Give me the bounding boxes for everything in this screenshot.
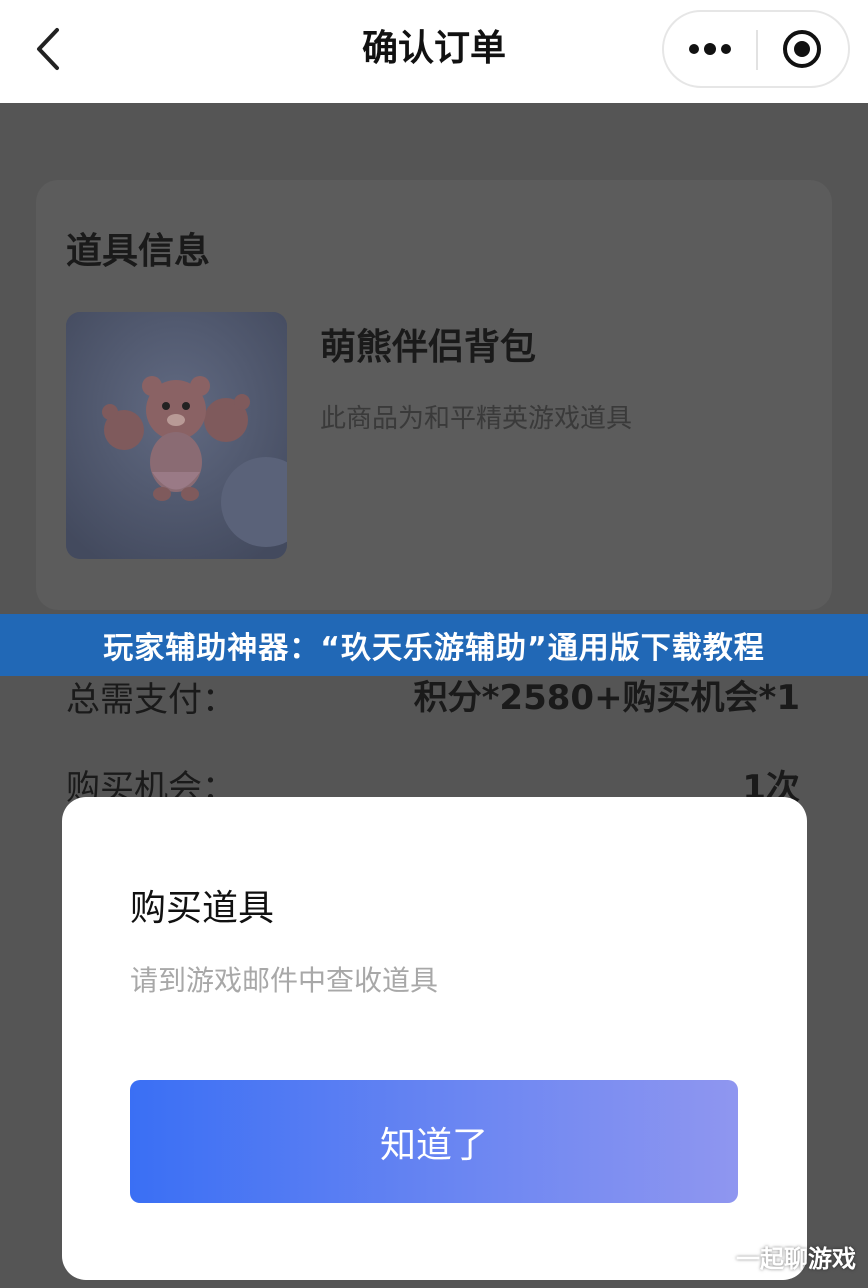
bear-backpack-illustration (66, 312, 287, 559)
product-image (66, 312, 287, 559)
dialog-title: 购买道具 (130, 888, 275, 929)
more-dots-icon (689, 43, 731, 55)
top-nav-bar: 确认订单 (0, 0, 868, 103)
product-name: 萌熊伴侣背包 (320, 327, 537, 368)
confirm-button-label: 知道了 (379, 1124, 488, 1166)
more-button[interactable] (664, 12, 756, 86)
confirm-button[interactable]: 知道了 (130, 1080, 738, 1203)
dialog-message: 请到游戏邮件中查收道具 (130, 964, 439, 997)
close-mini-program-button[interactable] (756, 12, 848, 86)
watermark: 一起聊游戏 (736, 1245, 856, 1273)
product-description: 此商品为和平精英游戏道具 (320, 404, 633, 434)
purchase-dialog: 购买道具 请到游戏邮件中查收道具 知道了 (62, 797, 807, 1280)
item-info-title: 道具信息 (66, 231, 211, 272)
banner-text: 玩家辅助神器：“玖天乐游辅助”通用版下载教程 (103, 631, 765, 666)
total-payment-value: 积分*2580+购买机会*1 (413, 678, 800, 718)
target-icon (783, 30, 821, 68)
overlay-banner: 玩家辅助神器：“玖天乐游辅助”通用版下载教程 (0, 614, 868, 676)
total-payment-label: 总需支付： (66, 680, 236, 720)
mini-program-capsule (662, 10, 850, 88)
